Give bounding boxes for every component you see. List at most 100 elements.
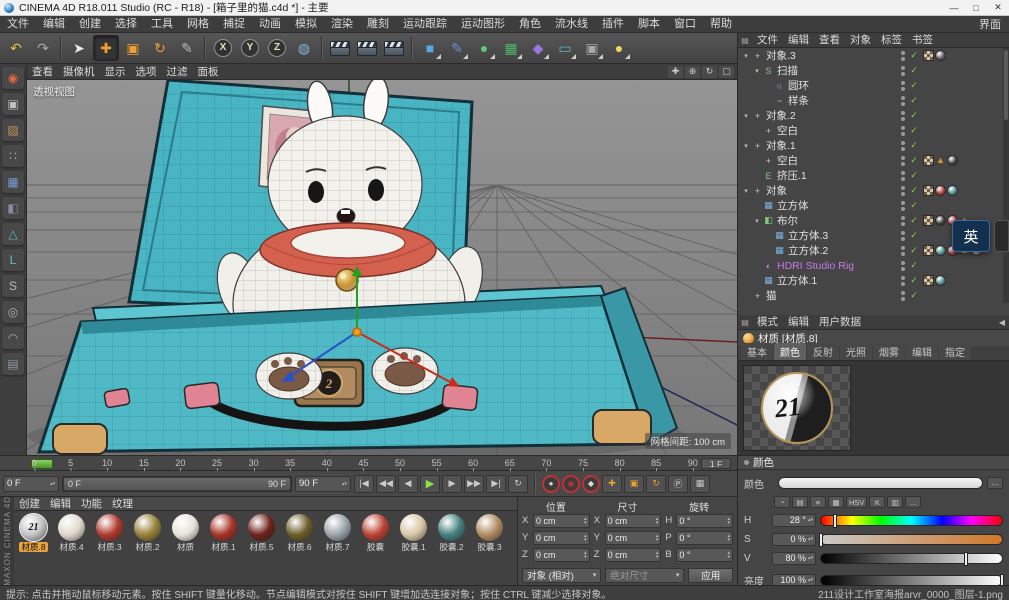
- menu-item-18[interactable]: 窗口: [667, 16, 703, 32]
- timeline-scrollbar[interactable]: 0 F 90 F: [62, 475, 292, 492]
- menu-item-9[interactable]: 模拟: [288, 16, 324, 32]
- visibility-dots[interactable]: [899, 140, 907, 151]
- toggle-view-icon[interactable]: ▢: [719, 65, 734, 78]
- value-value-field[interactable]: 80 % ▴▾: [772, 551, 816, 565]
- enable-check-icon[interactable]: ✓: [907, 275, 921, 286]
- material-swatch-2[interactable]: 材质.4: [53, 513, 90, 553]
- lock-z-axis-button[interactable]: Z: [264, 35, 290, 61]
- enable-check-icon[interactable]: ✓: [907, 200, 921, 211]
- current-frame-spinner[interactable]: 0 F ▴▾: [3, 475, 59, 492]
- material-manager-menu-1[interactable]: 创建: [14, 497, 45, 511]
- enable-check-icon[interactable]: ✓: [907, 110, 921, 121]
- expand-icon[interactable]: ▾: [741, 142, 751, 150]
- color-mode-button-4[interactable]: ▦: [828, 496, 844, 508]
- goto-end-button[interactable]: ▶|: [486, 474, 506, 493]
- pan-view-icon[interactable]: ✚: [668, 65, 683, 78]
- material-swatch-1[interactable]: 21 材质.8: [15, 513, 52, 553]
- hue-value-field[interactable]: 28 ° ▴▾: [772, 513, 816, 527]
- tab-7[interactable]: 指定: [939, 343, 971, 360]
- visibility-dots[interactable]: [899, 185, 907, 196]
- workplane-mode-button[interactable]: L: [2, 249, 24, 271]
- spinner-arrows-icon[interactable]: ▴ ▾: [728, 533, 731, 542]
- object-manager-menu-4[interactable]: 对象: [845, 33, 876, 47]
- render-picture-viewer-button[interactable]: [354, 35, 380, 61]
- apply-button[interactable]: 应用: [688, 567, 733, 583]
- menu-item-3[interactable]: 创建: [72, 16, 108, 32]
- coord-field[interactable]: 0 cm ▴ ▾: [604, 530, 662, 545]
- enable-check-icon[interactable]: ✓: [907, 245, 921, 256]
- texture-tag-icon[interactable]: [923, 185, 934, 196]
- object-row-2[interactable]: ▾ S 扫描 ✓: [738, 63, 1009, 78]
- add-mograph-menu[interactable]: ▦: [498, 35, 524, 61]
- spinner-arrows-icon[interactable]: ▴ ▾: [656, 516, 659, 525]
- record-parameter-toggle[interactable]: Ⓟ: [668, 474, 688, 493]
- next-key-button[interactable]: ▶▶: [464, 474, 484, 493]
- tab-5[interactable]: 烟雾: [873, 343, 905, 360]
- texture-tag-icon[interactable]: [923, 275, 934, 286]
- maximize-button[interactable]: □: [965, 0, 987, 15]
- object-row-4[interactable]: ~ 样条 ✓: [738, 93, 1009, 108]
- move-tool[interactable]: ✚: [93, 35, 119, 61]
- enable-check-icon[interactable]: ✓: [907, 230, 921, 241]
- menu-item-12[interactable]: 运动跟踪: [396, 16, 454, 32]
- keyframe-selection-button[interactable]: ◆: [582, 474, 600, 493]
- edges-mode-button[interactable]: ◧: [2, 197, 24, 219]
- spinner-arrows-icon[interactable]: ▴ ▾: [656, 533, 659, 542]
- spinner-arrows-icon[interactable]: ▴ ▾: [584, 533, 587, 542]
- material-swatch-8[interactable]: 材质.6: [281, 513, 318, 553]
- close-button[interactable]: ✕: [987, 0, 1009, 15]
- convert-object-button[interactable]: ◉: [2, 67, 24, 89]
- enable-check-icon[interactable]: ✓: [907, 215, 921, 226]
- coord-field[interactable]: 0 cm ▴ ▾: [604, 547, 662, 562]
- tab-2[interactable]: 颜色: [774, 343, 806, 360]
- material-swatch-13[interactable]: 胶囊.3: [471, 513, 508, 553]
- goto-start-button[interactable]: |◀: [354, 474, 374, 493]
- render-settings-button[interactable]: [381, 35, 407, 61]
- menu-item-2[interactable]: 编辑: [36, 16, 72, 32]
- visibility-dots[interactable]: [899, 275, 907, 286]
- record-rotation-toggle[interactable]: ↻: [646, 474, 666, 493]
- prev-frame-button[interactable]: ◀: [398, 474, 418, 493]
- object-row-9[interactable]: E 挤压.1 ✓: [738, 168, 1009, 183]
- color-mode-button-2[interactable]: ▤: [792, 496, 808, 508]
- play-button[interactable]: ▶: [420, 474, 440, 493]
- spinner-arrows-icon[interactable]: ▴ ▾: [728, 550, 731, 559]
- scale-tool[interactable]: ▣: [120, 35, 146, 61]
- minimize-button[interactable]: —: [943, 0, 965, 15]
- render-view-button[interactable]: [327, 35, 353, 61]
- object-row-17[interactable]: + 猫 ✓: [738, 288, 1009, 303]
- object-row-6[interactable]: + 空白 ✓: [738, 123, 1009, 138]
- frame-step-box[interactable]: 1 F: [701, 458, 731, 469]
- attribute-manager-icon[interactable]: ▤: [738, 318, 752, 327]
- texture-tag-icon[interactable]: [923, 215, 934, 226]
- menu-item-1[interactable]: 文件: [0, 16, 36, 32]
- zoom-view-icon[interactable]: ⊕: [685, 65, 700, 78]
- menu-item-7[interactable]: 捕捉: [216, 16, 252, 32]
- enable-check-icon[interactable]: ✓: [907, 65, 921, 76]
- visibility-dots[interactable]: [899, 245, 907, 256]
- record-pla-toggle[interactable]: ▦: [690, 474, 710, 493]
- spinner-arrows-icon[interactable]: ▴ ▾: [656, 550, 659, 559]
- enable-check-icon[interactable]: ✓: [907, 95, 921, 106]
- add-spline-menu[interactable]: ✎: [444, 35, 470, 61]
- tab-4[interactable]: 光照: [840, 343, 872, 360]
- menu-item-15[interactable]: 流水线: [548, 16, 595, 32]
- add-deformer-menu[interactable]: ◆: [525, 35, 551, 61]
- add-cube-menu[interactable]: ■: [417, 35, 443, 61]
- visibility-dots[interactable]: [899, 260, 907, 271]
- material-tag-icon[interactable]: [947, 155, 958, 166]
- enable-check-icon[interactable]: ✓: [907, 185, 921, 196]
- material-tag-icon[interactable]: [935, 275, 946, 286]
- material-swatch-12[interactable]: 胶囊.2: [433, 513, 470, 553]
- object-manager-menu-5[interactable]: 标签: [876, 33, 907, 47]
- add-camera-menu[interactable]: ▣: [579, 35, 605, 61]
- enable-check-icon[interactable]: ✓: [907, 50, 921, 61]
- color-section-header[interactable]: 颜色: [738, 456, 1009, 470]
- material-swatch-5[interactable]: 材质: [167, 513, 204, 553]
- enable-check-icon[interactable]: ✓: [907, 80, 921, 91]
- enable-check-icon[interactable]: ✓: [907, 260, 921, 271]
- tab-3[interactable]: 反射: [807, 343, 839, 360]
- visibility-dots[interactable]: [899, 110, 907, 121]
- value-slider-knob[interactable]: [963, 551, 968, 566]
- enable-check-icon[interactable]: ✓: [907, 140, 921, 151]
